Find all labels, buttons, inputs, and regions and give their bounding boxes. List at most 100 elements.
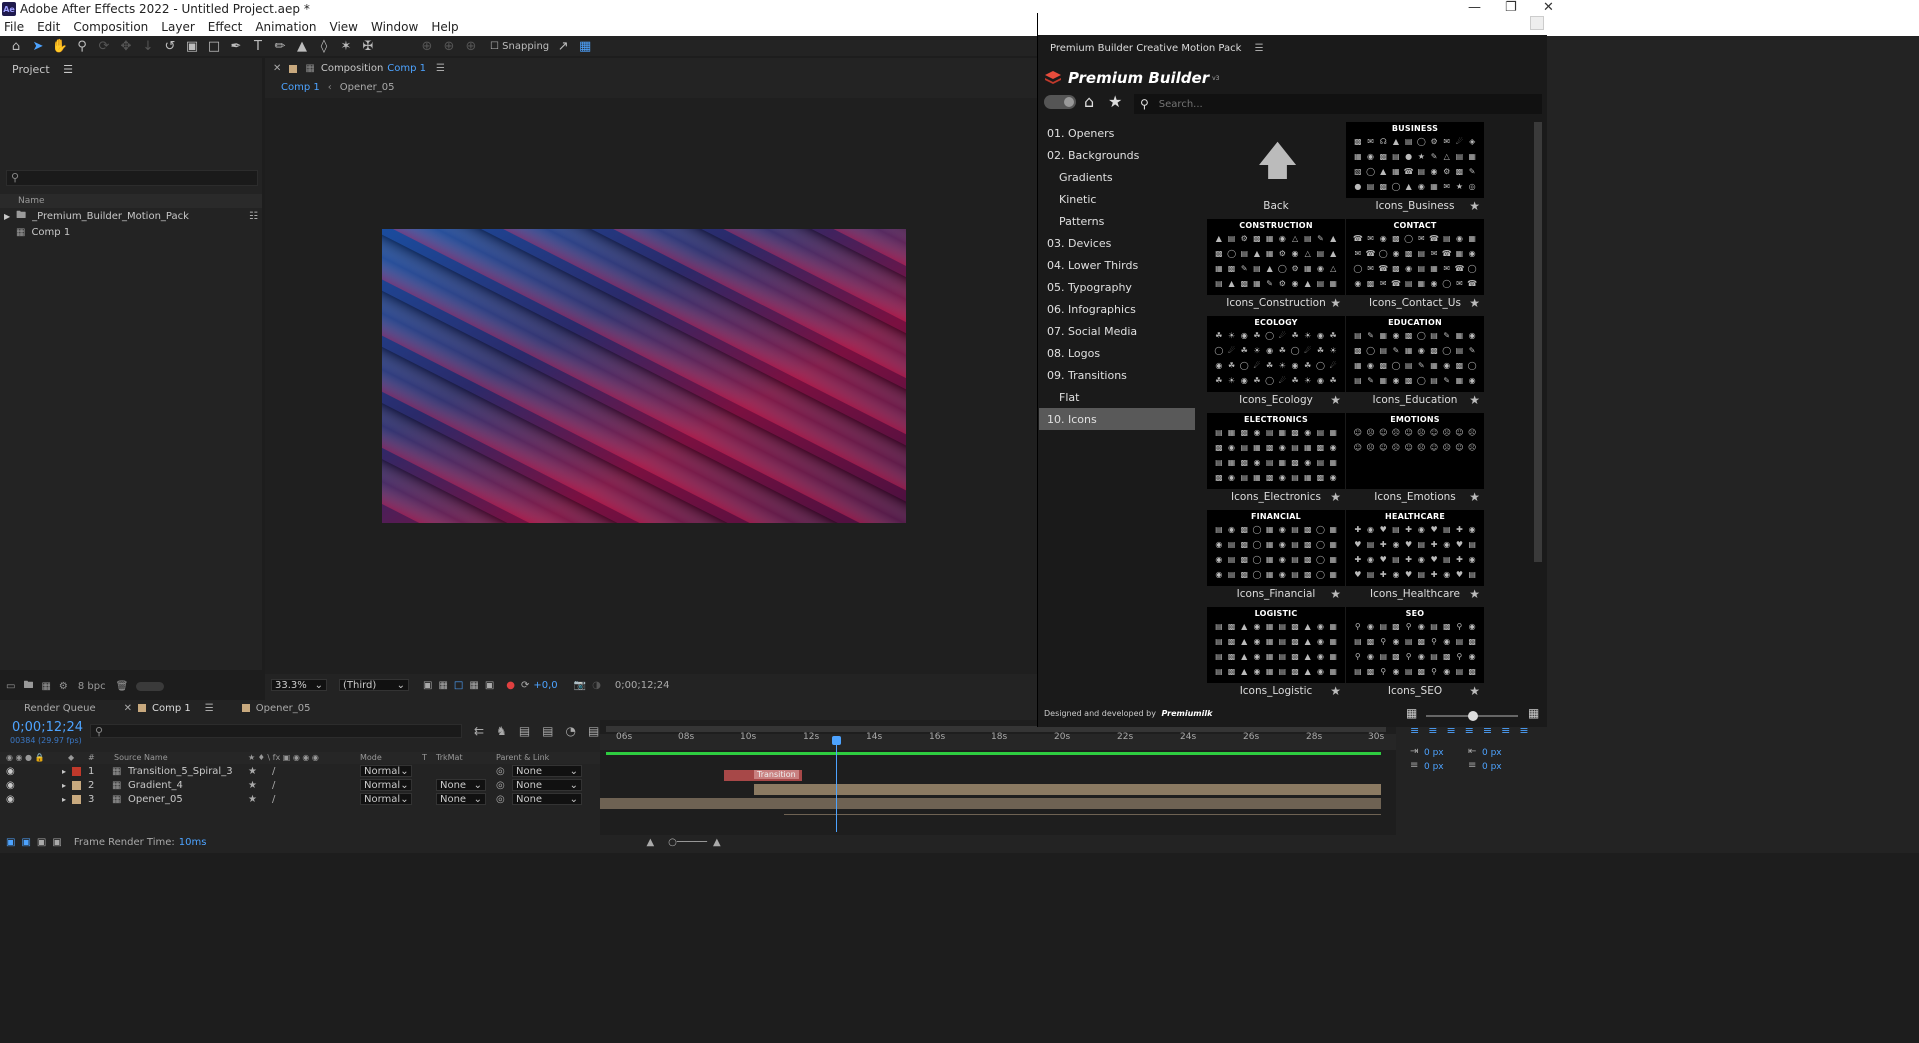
modes-icon[interactable]: ▣ — [37, 837, 46, 848]
motion-blur-icon[interactable]: ◔ — [566, 724, 576, 738]
resolution-select[interactable]: (Third) ⌄ — [339, 679, 409, 691]
layer-name[interactable]: Transition_5_Spiral_3 — [128, 766, 233, 777]
icon-pack-tile[interactable]: CONTACT ☎ ✉ ◉ ▩ ◯ ✉ ☎ ▤ ◉ ▦ ✉ ☎ ◯ ◉ ▩ ▤ ✉ ☎ ▦ ◉ ◯ ✉ ☎ ▩ ◉ ▤ ▦ ✉ ☎ ◯ ◉ ▩… — [1346, 219, 1484, 313]
category-gradients[interactable]: Gradients — [1039, 166, 1195, 188]
region-icon[interactable]: ▣ — [423, 680, 432, 691]
theme-toggle[interactable] — [1044, 95, 1076, 109]
category-social-media[interactable]: 07. Social Media — [1039, 320, 1195, 342]
icon-pack-tile[interactable]: EMOTIONS ☺ ☹ ☺ ☹ ☺ ☹ ☺ ☹ ☺ ☹ ☺ ☹ ☺ ☹ ☺ ☹ ☺ ☹ ☺ ☹ Icons_Emot… — [1346, 413, 1484, 507]
layer-trkmat-select[interactable]: None ⌄ — [436, 779, 486, 791]
roto-brush-tool-icon[interactable]: ✶ — [338, 38, 354, 54]
grid-small-icon[interactable]: ▦ — [1406, 706, 1417, 720]
frame-blending-icon[interactable]: ▤ — [542, 724, 553, 738]
space-before-value[interactable]: 0 px — [1424, 762, 1444, 772]
exposure-value[interactable]: +0,0 — [533, 680, 557, 691]
pen-tool-icon[interactable]: ✒ — [228, 38, 244, 54]
world-axis-icon[interactable]: ⊕ — [441, 38, 457, 54]
bpc-label[interactable]: 8 bpc — [78, 681, 106, 692]
color-icon[interactable]: ● — [506, 680, 515, 691]
layer-mode-select[interactable]: Normal ⌄ — [360, 779, 412, 791]
favorite-star-icon[interactable]: ★ — [1330, 490, 1341, 504]
selection-tool-icon[interactable]: ➤ — [30, 38, 46, 54]
snapping-checkbox[interactable]: ☐ Snapping — [490, 38, 549, 54]
menu-file[interactable]: File — [4, 20, 24, 34]
quality-switch-icon[interactable]: / — [272, 766, 275, 777]
category-typography[interactable]: 05. Typography — [1039, 276, 1195, 298]
home-icon[interactable]: ⌂ — [1084, 92, 1094, 111]
flowchart-icon[interactable]: ☷ — [249, 211, 258, 222]
menu-window[interactable]: Window — [371, 20, 418, 34]
icon-pack-tile[interactable]: CONSTRUCTION ▲ ▤ ⚙ ▩ ▦ ◉ △ ▤ ✎ ▲ ▩ ◯ ▤ ▲ ▦ ⚙ ◉ △ ▤ ▲ ▦ ▩ ✎ ▤ ▲ ◯ ⚙… — [1207, 219, 1345, 313]
panel-menu-icon[interactable]: ☰ — [205, 703, 214, 714]
zoom-tool-icon[interactable]: ⚲ — [74, 38, 90, 54]
transparency-grid-icon[interactable]: ▦ — [438, 680, 447, 691]
thumbnail-slider[interactable] — [136, 681, 165, 691]
icon-pack-tile[interactable]: BUSINESS ▩ ✉ ☊ ▲ ▤ ◯ ⚙ ✉ ☄ ◈ ▦ ◉ ▩ ▤ ● ★ ✎ △ ▤ ▦ ▧ ◯ ▲ ▦ ☎ ▤ ◉ ⚙ ▩ ✎ ●… — [1346, 122, 1484, 216]
favorite-star-icon[interactable]: ★ — [1330, 393, 1341, 407]
tile-size-slider[interactable] — [1426, 711, 1518, 721]
project-item-folder[interactable]: ▶ 🖿 _Premium_Builder_Motion_Pack ☷ — [0, 209, 262, 224]
source-name-header[interactable]: Source Name — [114, 753, 168, 762]
zoom-slider[interactable]: ○───── — [668, 837, 707, 848]
eraser-tool-icon[interactable]: ◊ — [316, 38, 332, 54]
quality-switch-icon[interactable]: / — [272, 794, 275, 805]
layer-bar-opener[interactable] — [600, 798, 1381, 809]
camera-snapshot-icon[interactable]: 📷 — [574, 680, 586, 691]
back-tile[interactable]: 🡅 Back — [1207, 122, 1345, 216]
draft-3d-icon[interactable]: ♞ — [496, 724, 507, 738]
space-after-value[interactable]: 0 px — [1482, 762, 1502, 772]
category-flat[interactable]: Flat — [1039, 386, 1195, 408]
brush-tool-icon[interactable]: ✏ — [272, 38, 288, 54]
hand-tool-icon[interactable]: ✋ — [52, 38, 68, 54]
icon-pack-tile[interactable]: HEALTHCARE ✚ ◉ ♥ ▤ ✚ ◉ ♥ ▤ ✚ ◉ ♥ ▤ ✚ ◉ ♥ ▤ ✚ ◉ ♥ ▤ ✚ ◉ ♥ ▤ ✚ ◉ ♥ ▤ ✚… — [1346, 510, 1484, 604]
favorite-star-icon[interactable]: ★ — [1469, 296, 1480, 310]
tab-render-queue[interactable]: Render Queue — [24, 703, 96, 714]
icon-pack-tile[interactable]: ECOLOGY ☘ ☀ ◉ ☘ ◯ ☄ ☘ ☀ ◉ ☘ ◯ ☄ ☘ ☀ ◉ ☘ ◯ ☄ ☘ ☀ ◉ ☘ ◯ ☄ ☘ ☀ ◉ ☘ ◯ ☄ ☘ ☀… — [1207, 316, 1345, 410]
layer-marker-label[interactable]: Transition — [754, 770, 799, 779]
indent-left-icon[interactable]: ⇥ — [1410, 746, 1418, 757]
layer-label-color[interactable] — [72, 780, 81, 790]
zoom-out-icon[interactable]: ▲ — [646, 837, 654, 848]
favorites-star-icon[interactable]: ★ — [1108, 92, 1122, 111]
playhead-handle[interactable] — [832, 736, 841, 745]
view-axis-icon[interactable]: ⊕ — [463, 38, 479, 54]
eye-icon[interactable]: ◉ — [6, 766, 15, 777]
tiles-scrollbar[interactable] — [1534, 122, 1542, 562]
icon-pack-tile[interactable]: FINANCIAL ▤ ◉ ▩ ◯ ▦ ◉ ▤ ▩ ◯ ▦ ◉ ▤ ▩ ◯ ▦ ◉ ▤ ▩ ◯ ▦ ◉ ▤ ▩ ◯ ▦ ◉ ▤ ▩ ◯ ▦… — [1207, 510, 1345, 604]
category-infographics[interactable]: 06. Infographics — [1039, 298, 1195, 320]
menu-help[interactable]: Help — [431, 20, 458, 34]
plugin-search-input[interactable]: ⚲ — [1134, 94, 1542, 114]
rotate-tool-icon[interactable]: ↺ — [162, 38, 178, 54]
type-tool-icon[interactable]: T — [250, 38, 266, 54]
space-before-icon[interactable]: ≡ — [1410, 760, 1418, 771]
plugin-search-field[interactable] — [1158, 98, 1519, 110]
icon-pack-tile[interactable]: LOGISTIC ▤ ▩ ▲ ◉ ▦ ▤ ▩ ▲ ◉ ▦ ▤ ▩ ▲ ◉ ▦ ▤ ▩ ▲ ◉ ▦ ▤ ▩ ▲ ◉ ▦ ▤ ▩ ▲ ◉ ▦ ▤… — [1207, 607, 1345, 701]
zoom-in-icon[interactable]: ▲ — [713, 837, 721, 848]
quality-switch-icon[interactable]: / — [272, 780, 275, 791]
layer-parent-select[interactable]: None ⌄ — [512, 779, 582, 791]
axis-icon[interactable]: ⊕ — [419, 38, 435, 54]
chevron-right-icon[interactable]: ▶ — [4, 212, 10, 221]
comp-settings-icon[interactable]: ▣ — [6, 837, 15, 848]
category-backgrounds[interactable]: 02. Backgrounds — [1039, 144, 1195, 166]
render-time-icon[interactable]: ▣ — [52, 837, 61, 848]
shy-icon[interactable]: ▤ — [519, 724, 530, 738]
project-item-comp[interactable]: ▦ Comp 1 — [0, 225, 262, 240]
menu-edit[interactable]: Edit — [37, 20, 60, 34]
dolly-tool-icon[interactable]: ↓ — [140, 38, 156, 54]
layer-bar-transition[interactable]: Transition — [724, 770, 802, 781]
layer-name[interactable]: Gradient_4 — [128, 780, 183, 791]
breadcrumb-comp1[interactable]: Comp 1 — [281, 82, 320, 93]
category-patterns[interactable]: Patterns — [1039, 210, 1195, 232]
panel-menu-icon[interactable]: ☰ — [63, 63, 73, 76]
category-devices[interactable]: 03. Devices — [1039, 232, 1195, 254]
new-comp-icon[interactable]: ▦ — [41, 681, 50, 692]
parent-header[interactable]: Parent & Link — [496, 753, 549, 762]
layer-switches-icon[interactable]: ▣ — [21, 837, 30, 848]
collapse-switch-icon[interactable]: ★ — [248, 794, 257, 805]
menu-animation[interactable]: Animation — [255, 20, 316, 34]
close-tab-icon[interactable]: ✕ — [124, 703, 132, 714]
layer-label-color[interactable] — [72, 766, 81, 776]
home-icon[interactable]: ⌂ — [8, 38, 24, 54]
favorite-star-icon[interactable]: ★ — [1330, 684, 1341, 698]
